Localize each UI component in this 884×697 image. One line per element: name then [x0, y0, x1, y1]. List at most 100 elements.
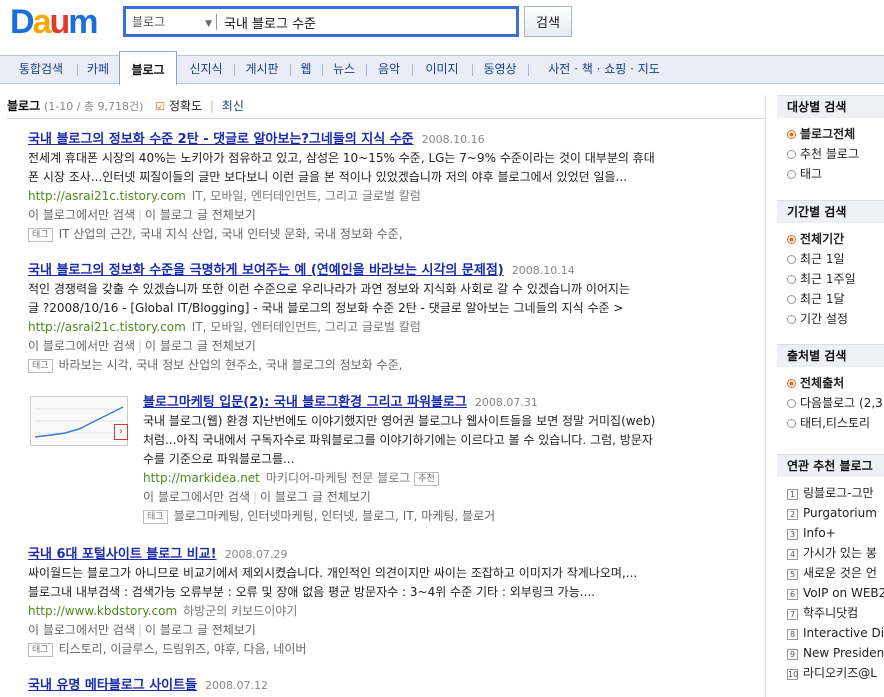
radio-checked-icon: [787, 235, 796, 244]
target-filter: 대상별 검색 블로그전체 추천 블로그 태그: [777, 95, 884, 184]
period-option-custom[interactable]: 기간 설정: [777, 309, 884, 329]
tab-board[interactable]: 게시판: [237, 56, 287, 83]
blog-name: IT, 모바일, 엔터테인먼트, 그리고 글로벌 칼럼: [191, 320, 421, 334]
radio-icon: [787, 399, 796, 408]
related-blog-label: 가시가 있는 봉: [803, 546, 877, 560]
target-option-all[interactable]: 블로그전체: [777, 124, 884, 144]
period-option-all[interactable]: 전체기간: [777, 229, 884, 249]
result-tags[interactable]: 티스토리, 이글루스, 드림위즈, 야후, 다음, 네이버: [59, 642, 307, 656]
result-title[interactable]: 국내 6대 포털사이트 블로그 비교!: [28, 547, 217, 562]
result-snippet: 블로그내 내부검색 : 검색가능 오류부분 : 오류 및 장애 없음 평균 방문…: [28, 585, 596, 599]
view-all-posts-link[interactable]: 이 블로그 글 전체보기: [145, 208, 256, 222]
result-tags[interactable]: IT 산업의 근간, 국내 지식 산업, 국내 인터넷 문화, 국내 정보화 수…: [59, 227, 403, 241]
result-tags[interactable]: 바라보는 시각, 국내 정보 산업의 현주소, 국내 블로그의 정보화 수준,: [59, 358, 403, 372]
blog-name: 하방군의 키보드이야기: [183, 604, 298, 618]
check-icon: ☑: [155, 100, 166, 113]
thumbnail-next-icon[interactable]: ›: [114, 424, 128, 440]
search-in-blog-link[interactable]: 이 블로그에서만 검색: [28, 623, 135, 637]
tab-music[interactable]: 음악: [369, 56, 409, 83]
result-url[interactable]: http://asrai21c.tistory.com: [28, 320, 186, 334]
period-option-1week[interactable]: 최근 1주일: [777, 269, 884, 289]
related-blog-label: Info+: [803, 526, 836, 540]
view-all-posts-link[interactable]: 이 블로그 글 전체보기: [145, 339, 256, 353]
related-blogs-title: 연관 추천 블로그: [777, 454, 884, 477]
related-blog-label: 새로운 것은 언: [803, 566, 877, 580]
search-in-blog-link[interactable]: 이 블로그에서만 검색: [143, 490, 250, 504]
category-tabs: 통합검색 카페 블로그 신지식 게시판 웹 뉴스 음악 이미지 동영상 사전 ·…: [0, 51, 884, 85]
tab-image[interactable]: 이미지: [415, 56, 469, 83]
tab-divider: [322, 64, 323, 76]
source-option-tistory[interactable]: 태터,티스토리: [777, 413, 884, 433]
tab-news[interactable]: 뉴스: [325, 56, 363, 83]
result-title[interactable]: 블로그마케팅 입문(2): 국내 블로그환경 그리고 파워블로그: [143, 395, 467, 410]
tab-integrated[interactable]: 통합검색: [8, 56, 74, 83]
period-option-1month[interactable]: 최근 1달: [777, 289, 884, 309]
search-category-select[interactable]: 블로그 ▼: [132, 13, 212, 31]
related-blog-label: VoIP on WEB2: [803, 586, 884, 600]
period-option-1day[interactable]: 최근 1일: [777, 249, 884, 269]
related-blogs: 연관 추천 블로그 1 링블로그-그만 2 Purgatorium 3 Info+ 4…: [777, 454, 884, 683]
option-label: 다음블로그 (2,3: [800, 396, 883, 410]
search-in-blog-link[interactable]: 이 블로그에서만 검색: [28, 339, 135, 353]
source-filter-title: 출처별 검색: [777, 344, 884, 367]
search-in-blog-link[interactable]: 이 블로그에서만 검색: [28, 208, 135, 222]
tab-dictionary-book-shopping-map[interactable]: 사전 · 책 · 쇼핑 · 지도: [534, 56, 674, 83]
radio-icon: [787, 295, 796, 304]
related-blog-item[interactable]: 9 New Presiden: [777, 643, 884, 663]
tab-cafe[interactable]: 카페: [80, 56, 116, 83]
divider: [7, 118, 765, 119]
blog-name: 마키디어-마케팅 전문 블로그: [265, 471, 411, 485]
source-option-all[interactable]: 전체출처: [777, 373, 884, 393]
blog-name: IT, 모바일, 엔터테인먼트, 그리고 글로벌 칼럼: [191, 189, 421, 203]
search-input[interactable]: [224, 12, 514, 32]
option-label: 전체기간: [800, 232, 845, 246]
related-blog-item[interactable]: 2 Purgatorium: [777, 503, 884, 523]
radio-icon: [787, 170, 796, 179]
option-label: 추천 블로그: [800, 147, 860, 161]
target-option-recommended[interactable]: 추천 블로그: [777, 144, 884, 164]
source-option-daum[interactable]: 다음블로그 (2,3: [777, 393, 884, 413]
chevron-down-icon: ▼: [205, 19, 212, 29]
related-blog-item[interactable]: 6 VoIP on WEB2: [777, 583, 884, 603]
radio-icon: [787, 315, 796, 324]
result-url[interactable]: http://markidea.net: [143, 471, 260, 485]
recommend-badge: 추천: [414, 472, 439, 486]
option-label: 최근 1달: [800, 292, 845, 306]
result-url[interactable]: http://www.kbdstory.com: [28, 604, 177, 618]
daum-logo[interactable]: Daum: [10, 4, 108, 40]
result-title[interactable]: 국내 블로그의 정보화 수준 2탄 - 댓글로 알아보는?그네들의 지식 수준: [28, 132, 414, 147]
related-blog-item[interactable]: 7 학주니닷컴: [777, 603, 884, 623]
result-item: 국내 6대 포털사이트 블로그 비교! 2008.07.29 싸이월드는 블로그가…: [28, 545, 748, 659]
result-tags[interactable]: 블로그마케팅, 인터넷마케팅, 인터넷, 블로그, IT, 마케팅, 블로거: [174, 509, 496, 523]
tab-knowledge[interactable]: 신지식: [181, 56, 231, 83]
rank-number-icon: 3: [787, 529, 798, 540]
related-blog-item[interactable]: 4 가시가 있는 봉: [777, 543, 884, 563]
radio-icon: [787, 275, 796, 284]
related-blog-item[interactable]: 3 Info+: [777, 523, 884, 543]
rank-number-icon: 5: [787, 569, 798, 580]
sort-accuracy[interactable]: 정확도: [169, 99, 202, 113]
target-option-tag[interactable]: 태그: [777, 164, 884, 184]
tab-divider: [77, 64, 78, 76]
tab-blog[interactable]: 블로그: [119, 51, 177, 85]
result-title[interactable]: 국내 유명 메타블로그 사이트들: [28, 678, 197, 693]
result-title[interactable]: 국내 블로그의 정보화 수준을 극명하게 보여주는 예 (연예인을 바라보는 시…: [28, 263, 504, 278]
result-url[interactable]: http://asrai21c.tistory.com: [28, 189, 186, 203]
related-blog-item[interactable]: 8 Interactive Dia: [777, 623, 884, 643]
tab-video[interactable]: 동영상: [475, 56, 525, 83]
tag-badge: 태그: [28, 359, 53, 373]
search-box: 블로그 ▼: [123, 6, 519, 37]
search-button[interactable]: 검색: [524, 6, 572, 37]
result-snippet: 수를 기준으로 파워블로그를...: [143, 452, 295, 466]
result-date: 2008.10.16: [421, 133, 485, 146]
radio-icon: [787, 150, 796, 159]
related-blog-label: 라디오키즈@L: [803, 666, 877, 680]
sort-latest[interactable]: 최신: [222, 99, 244, 113]
related-blog-item[interactable]: 10 라디오키즈@L: [777, 663, 884, 683]
related-blog-item[interactable]: 5 새로운 것은 언: [777, 563, 884, 583]
related-blog-item[interactable]: 1 링블로그-그만: [777, 483, 884, 503]
view-all-posts-link[interactable]: 이 블로그 글 전체보기: [145, 623, 256, 637]
view-all-posts-link[interactable]: 이 블로그 글 전체보기: [260, 490, 371, 504]
tab-web[interactable]: 웹: [293, 56, 319, 83]
tab-divider: [234, 64, 235, 76]
